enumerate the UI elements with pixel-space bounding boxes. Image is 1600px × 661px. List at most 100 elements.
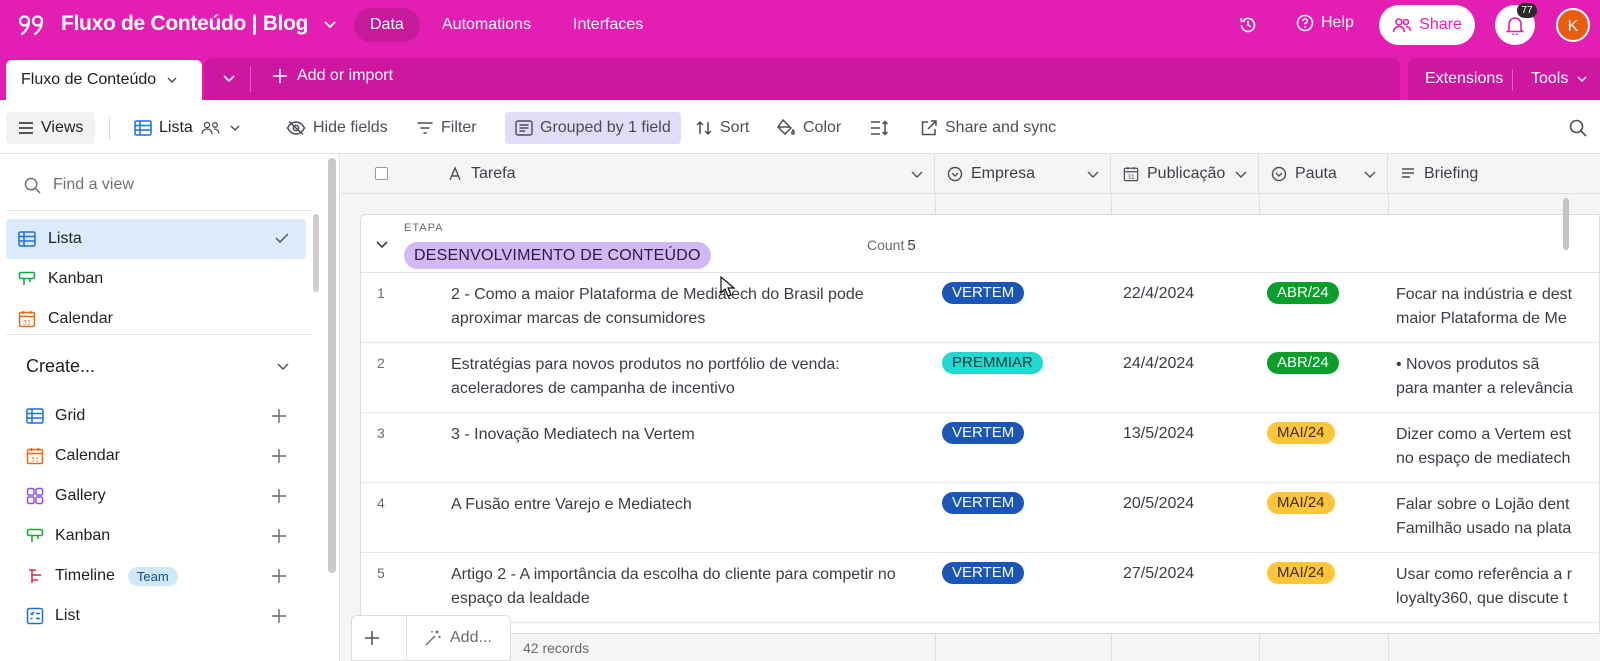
pauta-pill[interactable]: ABR/24 xyxy=(1267,352,1339,374)
group-button[interactable]: Grouped by 1 field xyxy=(505,112,681,144)
views-toggle-button[interactable]: Views xyxy=(6,112,96,144)
nav-tab-interfaces[interactable]: Interfaces xyxy=(557,8,659,42)
task-cell[interactable]: 3 - Inovação Mediatech na Vertem xyxy=(451,423,921,447)
select-all-checkbox[interactable] xyxy=(375,167,388,180)
sort-icon xyxy=(696,120,712,136)
column-header-empresa[interactable]: Empresa xyxy=(935,154,1111,194)
create-list-view[interactable]: List xyxy=(26,600,296,632)
plus-icon[interactable] xyxy=(271,488,287,504)
tools-button[interactable]: Tools xyxy=(1531,70,1588,88)
app-logo-icon[interactable] xyxy=(18,13,44,37)
help-button[interactable]: Help xyxy=(1296,14,1354,32)
view-switcher-button[interactable]: Lista xyxy=(126,112,249,144)
create-timeline-view[interactable]: Timeline Team xyxy=(26,560,296,592)
create-gallery-view[interactable]: Gallery xyxy=(26,480,296,512)
magic-wand-icon xyxy=(425,630,441,646)
task-cell[interactable]: Estratégias para novos produtos no portf… xyxy=(451,353,921,401)
column-header-pauta[interactable]: Pauta xyxy=(1259,154,1388,194)
create-grid-view[interactable]: Grid xyxy=(26,400,296,432)
history-icon[interactable] xyxy=(1238,15,1258,35)
sidebar-view-calendar[interactable]: 31 Calendar xyxy=(6,299,306,339)
plus-icon[interactable] xyxy=(271,408,287,424)
publication-date-cell[interactable]: 27/5/2024 xyxy=(1123,565,1194,583)
nav-tab-data[interactable]: Data xyxy=(354,8,420,42)
chevron-down-icon[interactable] xyxy=(1363,167,1377,181)
share-and-sync-button[interactable]: Share and sync xyxy=(912,112,1064,144)
create-calendar-view[interactable]: 31 Calendar xyxy=(26,440,296,472)
add-or-import-button[interactable]: Add or import xyxy=(272,67,393,85)
column-header-briefing[interactable]: Briefing xyxy=(1388,154,1600,194)
pauta-pill[interactable]: MAI/24 xyxy=(1267,562,1335,584)
views-list-scrollbar[interactable] xyxy=(313,214,319,292)
extensions-button[interactable]: Extensions xyxy=(1425,70,1503,88)
grid-scrollbar[interactable] xyxy=(1563,198,1569,250)
plus-icon[interactable] xyxy=(271,568,287,584)
table-row[interactable]: 2 Estratégias para novos produtos no port… xyxy=(361,343,1600,413)
briefing-cell[interactable]: Falar sobre o Lojão dent Familhão usado n… xyxy=(1396,493,1600,541)
team-plan-badge: Team xyxy=(127,566,178,586)
sidebar-view-kanban[interactable]: Kanban xyxy=(6,259,306,299)
avatar[interactable]: K xyxy=(1556,8,1590,42)
table-row[interactable]: 3 3 - Inovação Mediatech na Vertem VERTEM 1… xyxy=(361,413,1600,483)
pauta-pill[interactable]: MAI/24 xyxy=(1267,422,1335,444)
column-header-publicacao[interactable]: 31 Publicação xyxy=(1111,154,1259,194)
chevron-down-icon[interactable] xyxy=(276,359,290,373)
empresa-pill[interactable]: VERTEM xyxy=(942,282,1025,304)
empresa-pill[interactable]: VERTEM xyxy=(942,562,1025,584)
briefing-cell[interactable]: Usar como referência a r loyalty360, que … xyxy=(1396,563,1600,611)
column-header-tarefa[interactable]: Tarefa xyxy=(435,154,935,194)
task-cell[interactable]: 2 - Como a maior Plataforma de Mediatech… xyxy=(451,283,921,331)
empresa-pill[interactable]: VERTEM xyxy=(942,492,1025,514)
plus-icon xyxy=(365,631,379,645)
hide-fields-button[interactable]: Hide fields xyxy=(278,112,396,144)
task-cell[interactable]: Artigo 2 - A importância da escolha do c… xyxy=(451,563,921,611)
briefing-cell[interactable]: Dizer como a Vertem est no espaço de medi… xyxy=(1396,423,1600,471)
base-title[interactable]: Fluxo de Conteúdo | Blog xyxy=(61,12,308,36)
empresa-pill[interactable]: PREMMIAR xyxy=(942,352,1043,374)
chevron-down-icon[interactable] xyxy=(375,237,389,251)
plus-icon[interactable] xyxy=(271,528,287,544)
table-row[interactable]: 4 A Fusão entre Varejo e Mediatech VERTEM 2… xyxy=(361,483,1600,553)
table-row[interactable]: 5 Artigo 2 - A importância da escolha do … xyxy=(361,553,1600,623)
table-tab-fluxo[interactable]: Fluxo de Conteúdo xyxy=(6,60,202,100)
color-button[interactable]: Color xyxy=(768,112,849,144)
eye-off-icon xyxy=(286,120,306,136)
row-number: 3 xyxy=(377,425,385,441)
plus-icon[interactable] xyxy=(271,608,287,624)
find-view-input[interactable]: Find a view xyxy=(24,176,134,194)
tables-dropdown-icon[interactable] xyxy=(222,71,236,85)
row-number: 4 xyxy=(377,495,385,511)
chevron-down-icon[interactable] xyxy=(1086,167,1100,181)
create-kanban-view[interactable]: Kanban xyxy=(26,520,296,552)
empresa-pill[interactable]: VERTEM xyxy=(942,422,1025,444)
plus-icon[interactable] xyxy=(271,448,287,464)
nav-tab-automations[interactable]: Automations xyxy=(426,8,547,42)
pauta-pill[interactable]: ABR/24 xyxy=(1267,282,1339,304)
table-row[interactable]: 1 2 - Como a maior Plataforma de Mediatec… xyxy=(361,273,1600,343)
row-height-button[interactable] xyxy=(862,112,898,144)
table-tab-label: Fluxo de Conteúdo xyxy=(21,71,157,88)
briefing-cell[interactable]: • Novos produtos sã para manter a relevân… xyxy=(1396,353,1600,401)
sidebar-view-lista[interactable]: Lista xyxy=(6,219,306,259)
task-cell[interactable]: A Fusão entre Varejo e Mediatech xyxy=(451,493,921,517)
publication-date-cell[interactable]: 22/4/2024 xyxy=(1123,285,1194,303)
ai-add-button[interactable]: Add... xyxy=(424,629,492,647)
sidebar-scrollbar[interactable] xyxy=(328,158,336,573)
chevron-down-icon[interactable] xyxy=(1234,167,1248,181)
add-record-button[interactable] xyxy=(364,630,380,646)
chevron-down-icon[interactable] xyxy=(910,167,924,181)
tools-label: Tools xyxy=(1531,70,1569,87)
publication-date-cell[interactable]: 24/4/2024 xyxy=(1123,355,1194,373)
publication-date-cell[interactable]: 20/5/2024 xyxy=(1123,495,1194,513)
share-button[interactable]: Share xyxy=(1379,5,1475,45)
external-link-icon xyxy=(921,120,937,136)
sort-button[interactable]: Sort xyxy=(687,112,757,144)
pauta-pill[interactable]: MAI/24 xyxy=(1267,492,1335,514)
create-view-heading[interactable]: Create... xyxy=(26,356,95,377)
group-header[interactable]: ETAPA DESENVOLVIMENTO DE CONTEÚDO Count 5 xyxy=(361,215,1600,273)
briefing-cell[interactable]: Focar na indústria e dest maior Plataform… xyxy=(1396,283,1600,331)
filter-button[interactable]: Filter xyxy=(408,112,485,144)
chevron-down-icon[interactable] xyxy=(323,17,337,31)
publication-date-cell[interactable]: 13/5/2024 xyxy=(1123,425,1194,443)
search-icon[interactable] xyxy=(1569,119,1587,137)
